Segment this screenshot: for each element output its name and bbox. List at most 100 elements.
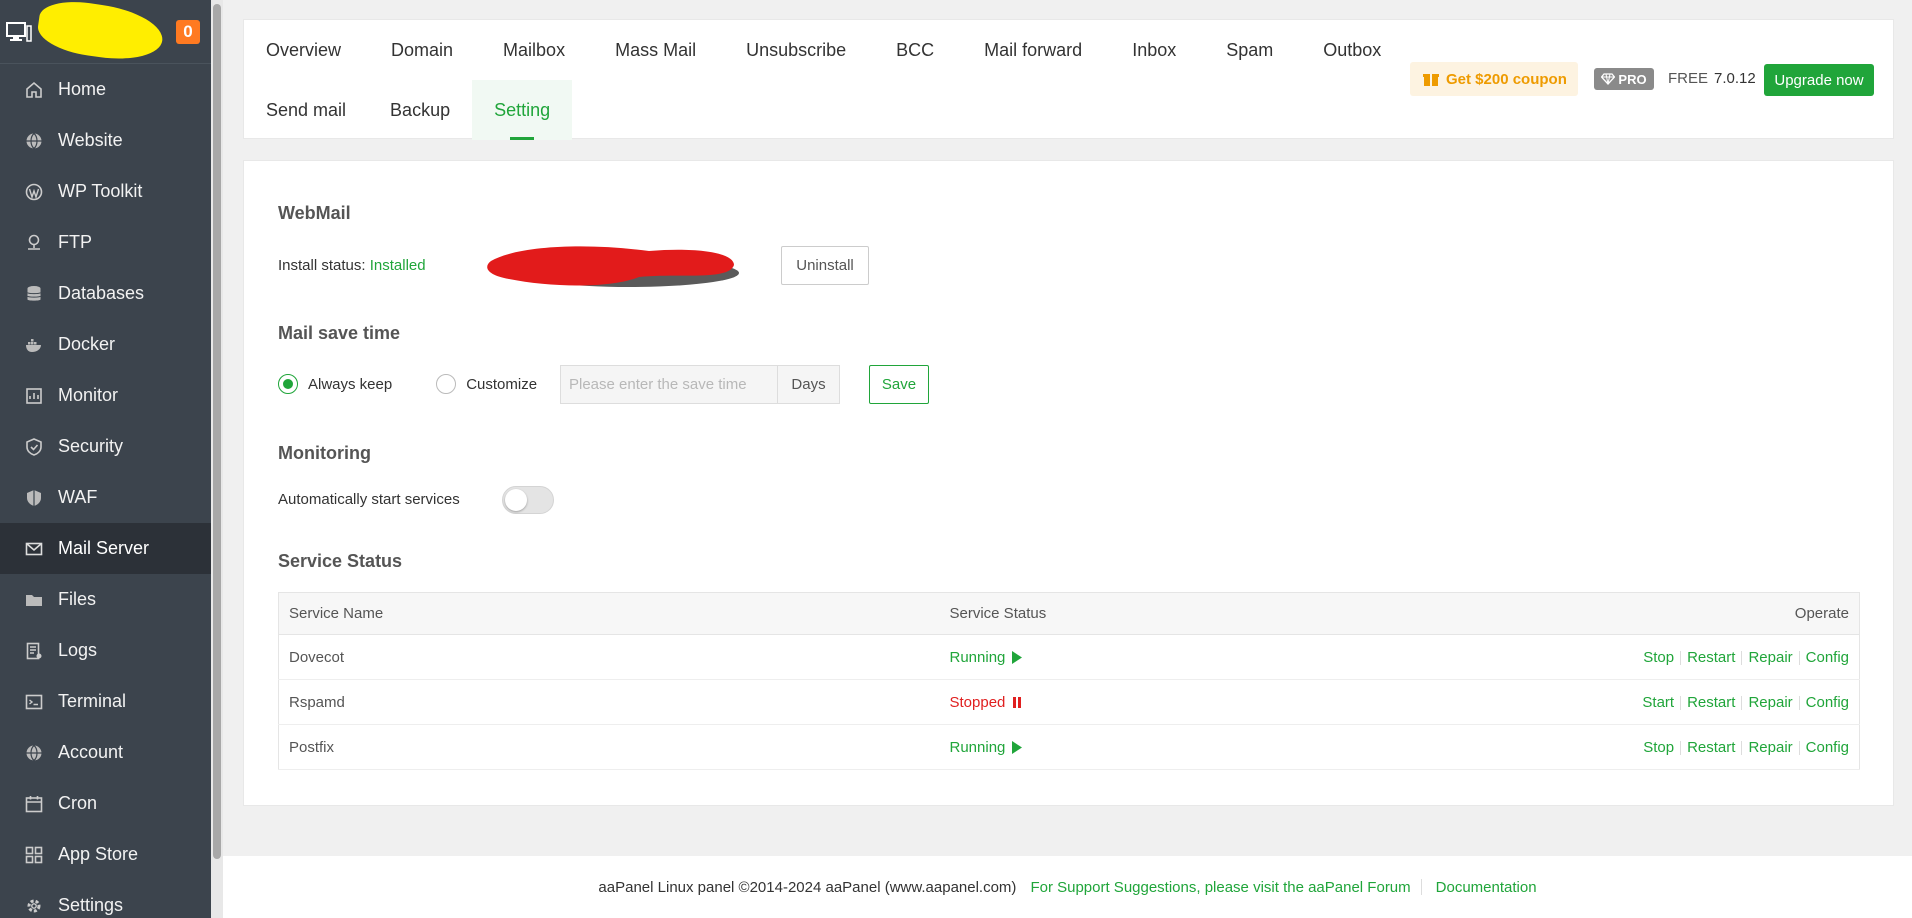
sidebar-item-terminal[interactable]: Terminal — [0, 676, 211, 727]
tab-setting[interactable]: Setting — [472, 80, 573, 140]
terminal-icon — [24, 692, 44, 712]
column-service-name: Service Name — [278, 592, 940, 635]
status-text: Stopped — [949, 693, 1006, 711]
redacted-webmail-url — [487, 246, 739, 287]
sidebar-item-label: Settings — [58, 895, 124, 915]
operate-cell: Stop Restart Repair Config — [1251, 724, 1860, 770]
sidebar-item-docker[interactable]: Docker — [0, 319, 211, 370]
sidebar-item-label: Docker — [58, 334, 116, 354]
stop-button[interactable]: Stop — [1643, 649, 1674, 666]
sidebar-item-wp-toolkit[interactable]: WP Toolkit — [0, 166, 211, 217]
account-icon — [24, 743, 44, 763]
sidebar-item-waf[interactable]: WAF — [0, 472, 211, 523]
tab-overview[interactable]: Overview — [244, 20, 366, 80]
tab-mailbox[interactable]: Mailbox — [478, 20, 590, 80]
sidebar-item-security[interactable]: Security — [0, 421, 211, 472]
page-scrollbar[interactable] — [211, 0, 223, 918]
restart-button[interactable]: Restart — [1687, 649, 1735, 666]
shield-icon — [24, 437, 44, 457]
sidebar-item-databases[interactable]: Databases — [0, 268, 211, 319]
config-button[interactable]: Config — [1806, 694, 1849, 711]
sidebar-item-label: WP Toolkit — [58, 181, 143, 201]
monitoring-title: Monitoring — [278, 443, 371, 463]
tab-outbox[interactable]: Outbox — [1298, 20, 1406, 80]
tab-spam[interactable]: Spam — [1201, 20, 1298, 80]
mail-server-nav: Overview Domain Mailbox Mass Mail Unsubs… — [243, 19, 1894, 140]
table-row: Dovecot Running Stop Restart Repair Config — [278, 634, 1860, 680]
stop-button[interactable]: Stop — [1643, 739, 1674, 756]
upgrade-button[interactable]: Upgrade now — [1764, 64, 1874, 96]
install-status: Install status: Installed — [278, 257, 426, 274]
coupon-button[interactable]: Get $200 coupon — [1410, 62, 1578, 96]
sidebar-item-logs[interactable]: Logs — [0, 625, 211, 676]
save-time-input-group: Days — [560, 365, 840, 404]
service-status-stopped: Stopped — [950, 694, 1024, 711]
status-text: Running — [949, 738, 1006, 756]
install-status-value: Installed — [369, 257, 426, 274]
tabs-row-2: Send mail Backup Setting — [244, 80, 573, 140]
sidebar-item-mail-server[interactable]: Mail Server — [0, 523, 211, 574]
sidebar-item-label: Home — [58, 79, 107, 99]
restart-button[interactable]: Restart — [1687, 694, 1735, 711]
operate-cell: Start Restart Repair Config — [1251, 679, 1860, 725]
tab-inbox[interactable]: Inbox — [1107, 20, 1201, 80]
tab-send-mail[interactable]: Send mail — [244, 80, 368, 140]
tab-bcc[interactable]: BCC — [871, 20, 959, 80]
sidebar-item-label: Cron — [58, 793, 98, 813]
sidebar-item-cron[interactable]: Cron — [0, 778, 211, 829]
table-row: Rspamd Stopped Start Restart Repair Config — [278, 679, 1860, 725]
start-button[interactable]: Start — [1642, 694, 1674, 711]
server-monitor-icon[interactable] — [6, 22, 32, 42]
sidebar: 0 Home Website WP Toolkit FTP Databases … — [0, 0, 211, 918]
uninstall-button[interactable]: Uninstall — [781, 246, 869, 285]
database-icon — [24, 284, 44, 304]
sidebar-item-settings[interactable]: Settings — [0, 880, 211, 918]
repair-button[interactable]: Repair — [1748, 694, 1792, 711]
home-icon — [24, 80, 44, 100]
pro-label: PRO — [1618, 71, 1647, 87]
sidebar-header: 0 — [0, 0, 211, 66]
radio-dot — [436, 374, 457, 394]
sidebar-item-ftp[interactable]: FTP — [0, 217, 211, 268]
sidebar-item-files[interactable]: Files — [0, 574, 211, 625]
auto-start-label: Automatically start services — [278, 491, 460, 508]
radio-label: Always keep — [308, 375, 393, 393]
restart-button[interactable]: Restart — [1687, 739, 1735, 756]
footer-copyright: aaPanel Linux panel ©2014-2024 aaPanel (… — [598, 878, 1017, 896]
gift-icon — [1423, 74, 1439, 86]
tab-unsubscribe[interactable]: Unsubscribe — [721, 20, 871, 80]
tab-domain[interactable]: Domain — [366, 20, 478, 80]
repair-button[interactable]: Repair — [1748, 649, 1792, 666]
sidebar-item-website[interactable]: Website — [0, 115, 211, 166]
save-button[interactable]: Save — [869, 365, 929, 404]
repair-button[interactable]: Repair — [1748, 739, 1792, 756]
settings-panel: WebMail Install status: Installed Uninst… — [243, 160, 1894, 806]
sidebar-item-monitor[interactable]: Monitor — [0, 370, 211, 421]
radio-always-keep[interactable]: Always keep — [278, 374, 392, 394]
sidebar-item-label: Website — [58, 130, 123, 150]
scrollbar-thumb[interactable] — [213, 4, 221, 859]
sidebar-item-label: Monitor — [58, 385, 119, 405]
sidebar-item-label: App Store — [58, 844, 139, 864]
footer-docs-link[interactable]: Documentation — [1436, 879, 1537, 896]
service-name: Dovecot — [278, 634, 940, 680]
save-time-input[interactable] — [560, 365, 778, 404]
notification-badge[interactable]: 0 — [176, 20, 200, 44]
footer-support-link[interactable]: For Support Suggestions, please visit th… — [1030, 879, 1410, 896]
folder-icon — [24, 590, 44, 610]
config-button[interactable]: Config — [1806, 649, 1849, 666]
config-button[interactable]: Config — [1806, 739, 1849, 756]
auto-start-toggle[interactable] — [502, 486, 554, 514]
column-operate: Operate — [1251, 592, 1860, 635]
operate-cell: Stop Restart Repair Config — [1251, 634, 1860, 680]
sidebar-item-app-store[interactable]: App Store — [0, 829, 211, 880]
tab-mass-mail[interactable]: Mass Mail — [590, 20, 721, 80]
sidebar-item-account[interactable]: Account — [0, 727, 211, 778]
tab-mail-forward[interactable]: Mail forward — [959, 20, 1107, 80]
tab-backup[interactable]: Backup — [368, 80, 472, 140]
radio-customize[interactable]: Customize — [436, 374, 537, 394]
wordpress-icon — [24, 182, 44, 202]
save-time-options: Always keep Customize — [278, 374, 581, 394]
sidebar-item-home[interactable]: Home — [0, 64, 211, 115]
pro-badge[interactable]: PRO — [1594, 68, 1654, 90]
